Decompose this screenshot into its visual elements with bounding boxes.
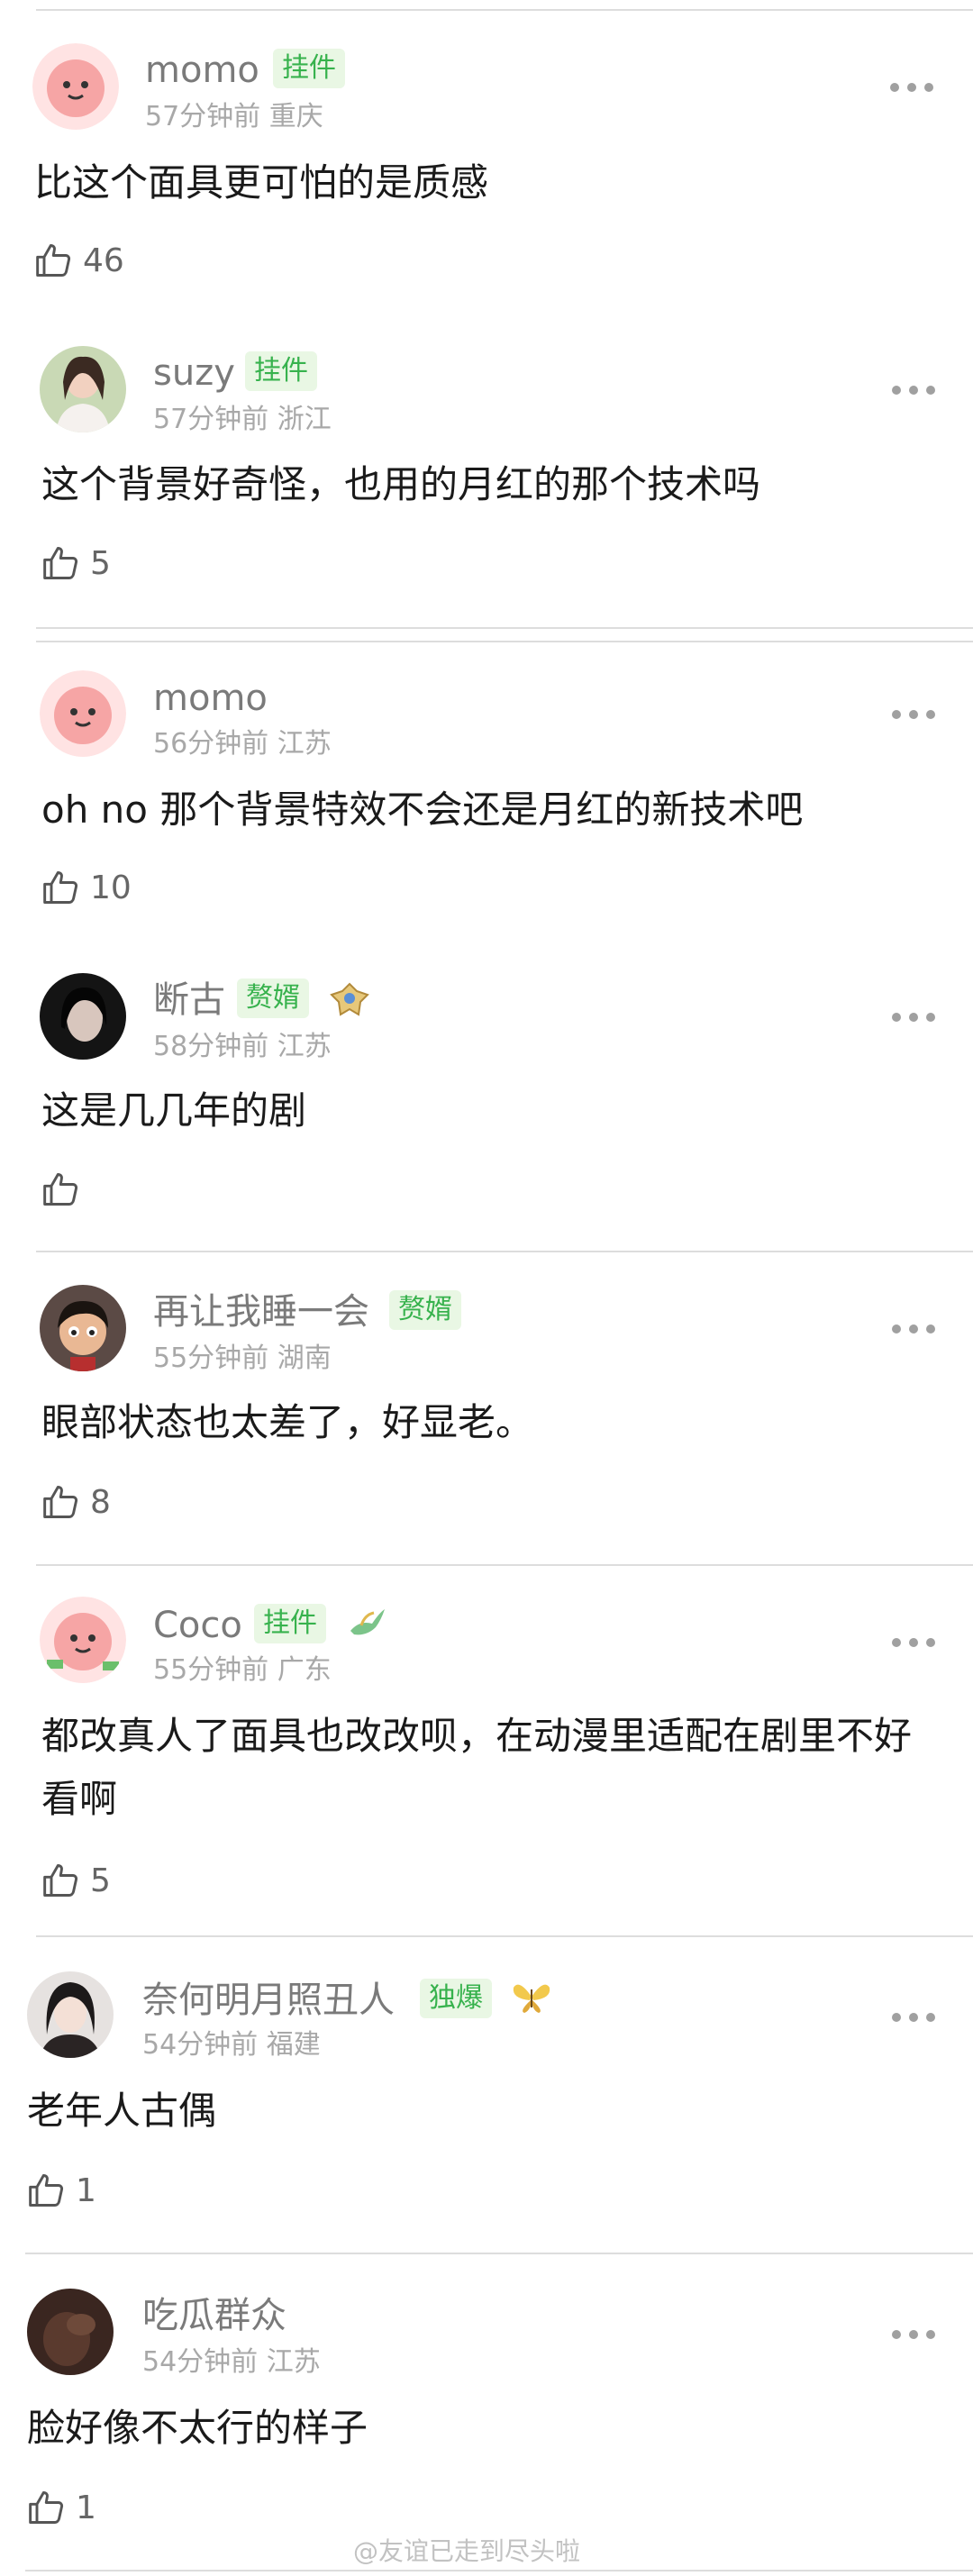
comment-meta: 54分钟前 江苏 [142, 2346, 321, 2379]
username[interactable]: 断古 [153, 979, 225, 1022]
more-dots-icon[interactable] [892, 1323, 935, 1335]
like-count: 5 [90, 544, 111, 582]
avatar[interactable] [27, 1971, 114, 2058]
location: 浙江 [277, 404, 332, 435]
more-dots-icon[interactable] [892, 384, 935, 396]
butterfly-icon [513, 1984, 550, 2013]
like-count: 1 [76, 2489, 96, 2526]
like-button[interactable]: 46 [34, 238, 124, 283]
avatar[interactable] [40, 1285, 126, 1371]
thumbs-up-icon [43, 1864, 78, 1897]
thumbs-up-icon [36, 244, 71, 277]
location: 广东 [277, 1654, 332, 1686]
top-divider [36, 9, 973, 11]
thumbs-up-icon [29, 2491, 64, 2524]
avatar[interactable] [40, 973, 126, 1060]
timestamp: 57分钟前 [153, 404, 269, 435]
badge: 赘婿 [237, 979, 309, 1018]
comment-meta: 55分钟前 广东 [153, 1654, 332, 1687]
comment-text: 脸好像不太行的样子 [27, 2406, 368, 2450]
location: 重庆 [268, 101, 323, 132]
divider [25, 2253, 973, 2254]
like-count: 10 [90, 869, 132, 906]
like-button[interactable]: 5 [41, 541, 111, 586]
thumbs-up-icon [43, 1486, 78, 1518]
badge: 挂件 [254, 1604, 326, 1643]
like-count: 5 [90, 1861, 111, 1899]
divider [25, 2570, 973, 2571]
more-dots-icon[interactable] [892, 1011, 935, 1024]
comment-meta: 57分钟前 浙江 [153, 404, 332, 436]
location: 湖南 [277, 1343, 332, 1374]
timestamp: 54分钟前 [142, 2346, 259, 2378]
location: 江苏 [277, 728, 332, 760]
badge: 挂件 [245, 351, 317, 391]
username[interactable]: 再让我睡一会 [153, 1290, 369, 1334]
like-button[interactable]: 1 [27, 2485, 96, 2530]
comment-meta: 56分钟前 江苏 [153, 728, 332, 760]
avatar[interactable] [32, 43, 119, 130]
like-button[interactable]: 1 [27, 2168, 96, 2213]
thumbs-up-icon [29, 2174, 64, 2207]
username[interactable]: momo [153, 677, 268, 720]
divider [36, 1935, 973, 1937]
avatar[interactable] [40, 346, 126, 432]
comment-meta: 55分钟前 湖南 [153, 1343, 332, 1375]
username[interactable]: suzy [153, 351, 235, 395]
avatar[interactable] [40, 1597, 126, 1683]
divider [36, 641, 973, 642]
divider [36, 627, 973, 629]
like-count: 46 [83, 241, 124, 279]
like-button[interactable]: 10 [41, 865, 132, 910]
comment-meta: 57分钟前 重庆 [145, 101, 323, 133]
badge: 独爆 [420, 1979, 492, 2018]
comment-meta: 58分钟前 江苏 [153, 1031, 332, 1063]
comment-text: 这个背景好奇怪，也用的月红的那个技术吗 [41, 462, 761, 506]
like-count: 1 [76, 2171, 96, 2209]
like-button[interactable]: 8 [41, 1479, 111, 1525]
comment-text: oh no 那个背景特效不会还是月红的新技术吧 [41, 787, 804, 832]
more-dots-icon[interactable] [890, 81, 933, 94]
crest-icon [330, 982, 369, 1016]
location: 江苏 [266, 2346, 321, 2378]
username[interactable]: Coco [153, 1604, 242, 1647]
thumbs-up-icon [43, 871, 78, 904]
timestamp: 57分钟前 [145, 101, 261, 132]
more-dots-icon[interactable] [892, 2328, 935, 2341]
thumbs-up-icon [43, 1173, 78, 1206]
location: 福建 [266, 2029, 321, 2061]
watermark: @友谊已走到尽头啦 [353, 2536, 581, 2566]
like-count: 8 [90, 1483, 111, 1521]
badge: 挂件 [273, 49, 345, 88]
comment-text: 老年人古偶 [27, 2089, 217, 2133]
avatar[interactable] [40, 670, 126, 757]
timestamp: 55分钟前 [153, 1343, 269, 1374]
like-button[interactable]: 5 [41, 1858, 111, 1903]
comment-meta: 54分钟前 福建 [142, 2029, 321, 2062]
badge: 赘婿 [389, 1290, 461, 1330]
timestamp: 55分钟前 [153, 1654, 269, 1686]
avatar[interactable] [27, 2289, 114, 2375]
divider [36, 1564, 973, 1566]
bird-icon [350, 1609, 385, 1635]
username[interactable]: 吃瓜群众 [142, 2294, 286, 2337]
username[interactable]: momo [145, 49, 259, 92]
like-button[interactable] [41, 1167, 90, 1212]
username[interactable]: 奈何明月照丑人 [142, 1979, 395, 2022]
comment-text: 比这个面具更可怕的是质感 [34, 160, 489, 205]
more-dots-icon[interactable] [892, 1636, 935, 1649]
timestamp: 54分钟前 [142, 2029, 259, 2061]
comment-text: 都改真人了面具也改改呗，在动漫里适配在剧里不好看啊 [41, 1714, 913, 1821]
timestamp: 56分钟前 [153, 728, 269, 760]
comment-text: 这是几几年的剧 [41, 1088, 307, 1133]
divider [36, 1251, 973, 1252]
timestamp: 58分钟前 [153, 1031, 269, 1062]
more-dots-icon[interactable] [892, 2011, 935, 2024]
location: 江苏 [277, 1031, 332, 1062]
comment-text: 眼部状态也太差了，好显老。 [41, 1400, 534, 1444]
more-dots-icon[interactable] [892, 708, 935, 721]
thumbs-up-icon [43, 547, 78, 579]
